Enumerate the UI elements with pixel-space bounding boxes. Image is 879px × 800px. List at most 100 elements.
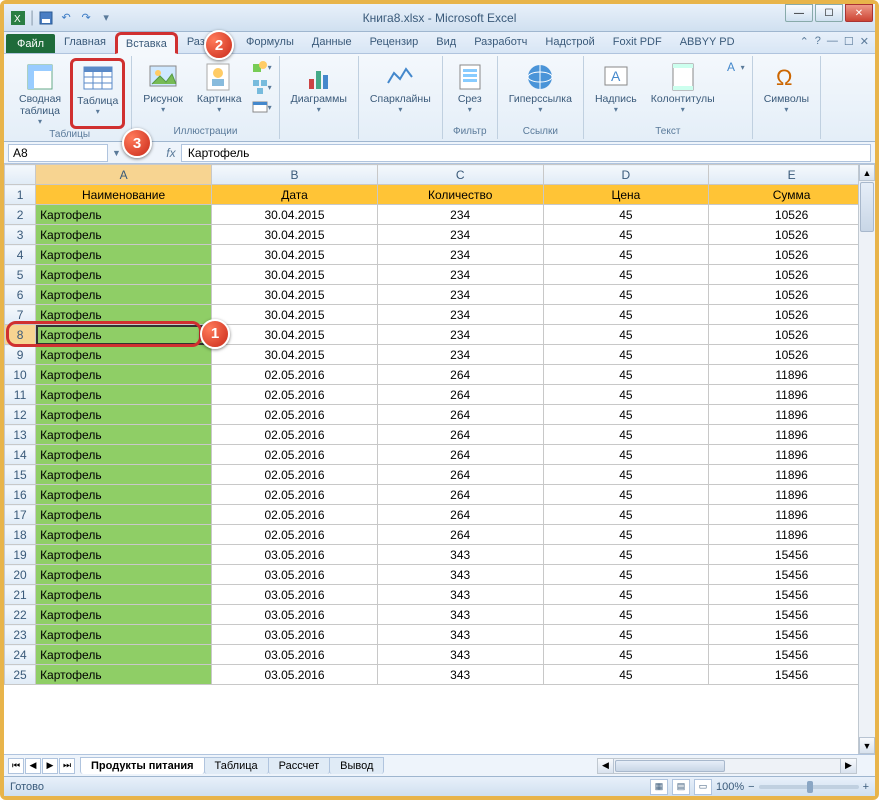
cell-E7[interactable]: 10526: [709, 305, 875, 325]
cell-E13[interactable]: 11896: [709, 425, 875, 445]
header-cell-1[interactable]: Дата: [212, 185, 378, 205]
cell-B24[interactable]: 03.05.2016: [212, 645, 378, 665]
row-header-19[interactable]: 19: [5, 545, 36, 565]
cell-B25[interactable]: 03.05.2016: [212, 665, 378, 685]
row-header-2[interactable]: 2: [5, 205, 36, 225]
row-header-21[interactable]: 21: [5, 585, 36, 605]
cell-B2[interactable]: 30.04.2015: [212, 205, 378, 225]
tab-данные[interactable]: Данные: [303, 32, 361, 53]
cell-B19[interactable]: 03.05.2016: [212, 545, 378, 565]
cell-B15[interactable]: 02.05.2016: [212, 465, 378, 485]
zoom-slider[interactable]: [759, 785, 859, 789]
cell-B17[interactable]: 02.05.2016: [212, 505, 378, 525]
cell-B6[interactable]: 30.04.2015: [212, 285, 378, 305]
cell-C20[interactable]: 343: [377, 565, 543, 585]
row-header-10[interactable]: 10: [5, 365, 36, 385]
view-normal-icon[interactable]: ▦: [650, 779, 668, 795]
cell-E21[interactable]: 15456: [709, 585, 875, 605]
table-button[interactable]: Таблица▾: [70, 58, 125, 129]
cell-A5[interactable]: Картофель: [36, 265, 212, 285]
cell-D6[interactable]: 45: [543, 285, 709, 305]
cell-D15[interactable]: 45: [543, 465, 709, 485]
ribbon-help-icon[interactable]: ?: [815, 35, 821, 48]
cell-D14[interactable]: 45: [543, 445, 709, 465]
view-pagebreak-icon[interactable]: ▭: [694, 779, 712, 795]
vertical-scrollbar[interactable]: ▲ ▼: [858, 164, 875, 754]
minimize-button[interactable]: —: [785, 4, 813, 22]
cell-A23[interactable]: Картофель: [36, 625, 212, 645]
tab-foxit pdf[interactable]: Foxit PDF: [604, 32, 671, 53]
cell-D10[interactable]: 45: [543, 365, 709, 385]
cell-A18[interactable]: Картофель: [36, 525, 212, 545]
slicer-button[interactable]: Срез▾: [449, 58, 491, 117]
formula-input[interactable]: Картофель: [181, 144, 871, 162]
sheet-tab-3[interactable]: Вывод: [329, 757, 384, 774]
row-header-23[interactable]: 23: [5, 625, 36, 645]
header-cell-4[interactable]: Сумма: [709, 185, 875, 205]
cell-C9[interactable]: 234: [377, 345, 543, 365]
cell-A16[interactable]: Картофель: [36, 485, 212, 505]
scroll-up-icon[interactable]: ▲: [859, 164, 875, 181]
cell-B12[interactable]: 02.05.2016: [212, 405, 378, 425]
header-cell-3[interactable]: Цена: [543, 185, 709, 205]
cell-C11[interactable]: 264: [377, 385, 543, 405]
cell-C10[interactable]: 264: [377, 365, 543, 385]
cell-C22[interactable]: 343: [377, 605, 543, 625]
cell-C25[interactable]: 343: [377, 665, 543, 685]
row-header-9[interactable]: 9: [5, 345, 36, 365]
cell-D21[interactable]: 45: [543, 585, 709, 605]
cell-D3[interactable]: 45: [543, 225, 709, 245]
sheet-tab-0[interactable]: Продукты питания: [80, 757, 205, 774]
scroll-right-icon[interactable]: ▶: [840, 759, 856, 773]
cell-A22[interactable]: Картофель: [36, 605, 212, 625]
cell-E9[interactable]: 10526: [709, 345, 875, 365]
row-header-13[interactable]: 13: [5, 425, 36, 445]
tab-рецензир[interactable]: Рецензир: [361, 32, 428, 53]
qat-customize-icon[interactable]: ▾: [98, 10, 114, 26]
cell-A17[interactable]: Картофель: [36, 505, 212, 525]
cell-B13[interactable]: 02.05.2016: [212, 425, 378, 445]
save-icon[interactable]: [38, 10, 54, 26]
cell-C13[interactable]: 264: [377, 425, 543, 445]
cell-D16[interactable]: 45: [543, 485, 709, 505]
cell-D22[interactable]: 45: [543, 605, 709, 625]
row-header-17[interactable]: 17: [5, 505, 36, 525]
namebox-dropdown-icon[interactable]: ▼: [112, 148, 121, 158]
cell-D17[interactable]: 45: [543, 505, 709, 525]
cell-E8[interactable]: 10526: [709, 325, 875, 345]
row-header-15[interactable]: 15: [5, 465, 36, 485]
cell-D11[interactable]: 45: [543, 385, 709, 405]
symbols-button[interactable]: ΩСимволы▾: [759, 58, 814, 117]
cell-E3[interactable]: 10526: [709, 225, 875, 245]
ribbon-minimize-icon[interactable]: ⌃: [800, 35, 809, 48]
cell-D20[interactable]: 45: [543, 565, 709, 585]
cell-A2[interactable]: Картофель: [36, 205, 212, 225]
cell-A13[interactable]: Картофель: [36, 425, 212, 445]
cell-C5[interactable]: 234: [377, 265, 543, 285]
cell-B23[interactable]: 03.05.2016: [212, 625, 378, 645]
row-header-8[interactable]: 8: [5, 325, 36, 345]
cell-E2[interactable]: 10526: [709, 205, 875, 225]
view-pagelayout-icon[interactable]: ▤: [672, 779, 690, 795]
cell-B20[interactable]: 03.05.2016: [212, 565, 378, 585]
cell-C3[interactable]: 234: [377, 225, 543, 245]
cell-A11[interactable]: Картофель: [36, 385, 212, 405]
cell-E12[interactable]: 11896: [709, 405, 875, 425]
cell-C16[interactable]: 264: [377, 485, 543, 505]
cell-C18[interactable]: 264: [377, 525, 543, 545]
cell-A15[interactable]: Картофель: [36, 465, 212, 485]
cell-A21[interactable]: Картофель: [36, 585, 212, 605]
cell-C21[interactable]: 343: [377, 585, 543, 605]
cell-D2[interactable]: 45: [543, 205, 709, 225]
text-more-button[interactable]: A▾: [724, 58, 746, 76]
cell-B4[interactable]: 30.04.2015: [212, 245, 378, 265]
row-header-7[interactable]: 7: [5, 305, 36, 325]
sheet-nav-prev-icon[interactable]: ◀: [25, 758, 41, 774]
doc-close-icon[interactable]: ✕: [860, 35, 869, 48]
cell-E6[interactable]: 10526: [709, 285, 875, 305]
tab-надстрой[interactable]: Надстрой: [536, 32, 603, 53]
cell-A4[interactable]: Картофель: [36, 245, 212, 265]
shapes-button[interactable]: ▾: [251, 58, 273, 76]
pivot-table-button[interactable]: Сводная таблица▾: [14, 58, 66, 129]
cell-B3[interactable]: 30.04.2015: [212, 225, 378, 245]
